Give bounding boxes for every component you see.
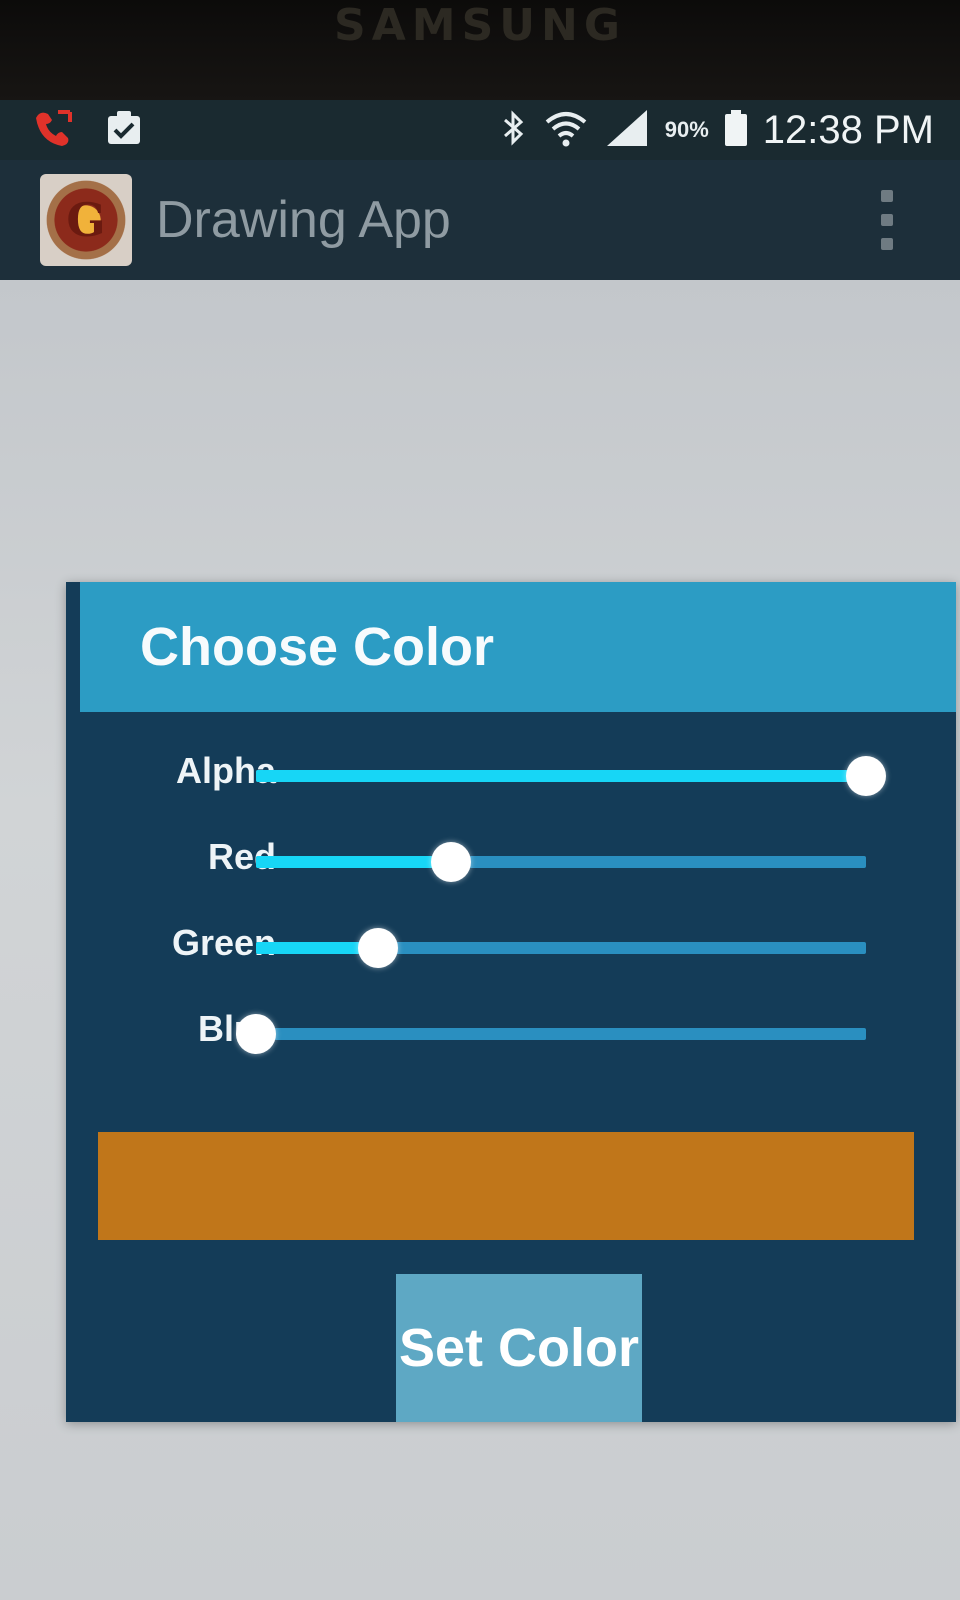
choose-color-dialog: Choose Color Alpha Red Green Blue: [66, 582, 956, 1422]
missed-call-icon: [30, 108, 76, 153]
overflow-menu-icon[interactable]: [880, 190, 894, 250]
slider-row-blue: Blue: [66, 990, 956, 1076]
slider-fill: [256, 856, 452, 868]
status-time: 12:38 PM: [762, 107, 934, 152]
status-bar: 90% 12:38 PM: [0, 100, 960, 160]
color-preview-swatch: [98, 1132, 914, 1240]
blue-slider[interactable]: [236, 1014, 866, 1054]
dialog-header: Choose Color: [80, 582, 956, 712]
green-slider[interactable]: [256, 928, 866, 968]
slider-row-red: Red: [66, 818, 956, 904]
set-color-button[interactable]: Set Color: [396, 1274, 642, 1422]
signal-icon: [605, 108, 649, 153]
red-slider[interactable]: [256, 842, 866, 882]
alpha-slider[interactable]: [256, 756, 886, 796]
wifi-icon: [543, 108, 589, 153]
slider-thumb[interactable]: [236, 1014, 276, 1054]
battery-percent: 90%: [664, 117, 709, 142]
battery-icon: [724, 110, 747, 146]
color-sliders: Alpha Red Green Blue: [66, 732, 956, 1076]
slider-row-alpha: Alpha: [66, 732, 956, 818]
app-title: Drawing App: [156, 191, 451, 249]
bluetooth-icon: [501, 108, 527, 153]
slider-row-green: Green: [66, 904, 956, 990]
app-logo-letter: G: [66, 193, 106, 247]
app-logo-icon[interactable]: G: [40, 174, 132, 266]
slider-thumb[interactable]: [358, 928, 398, 968]
overflow-dot: [881, 214, 893, 226]
overflow-dot: [881, 238, 893, 250]
slider-thumb[interactable]: [431, 842, 472, 882]
clipboard-check-icon: [104, 108, 144, 153]
device-brand: SAMSUNG: [334, 0, 626, 51]
dialog-title: Choose Color: [140, 617, 495, 677]
slider-fill: [256, 770, 866, 782]
slider-thumb[interactable]: [846, 756, 886, 796]
overflow-dot: [881, 190, 893, 202]
action-bar: G Drawing App: [0, 160, 960, 280]
phone-bezel: SAMSUNG: [0, 0, 960, 100]
